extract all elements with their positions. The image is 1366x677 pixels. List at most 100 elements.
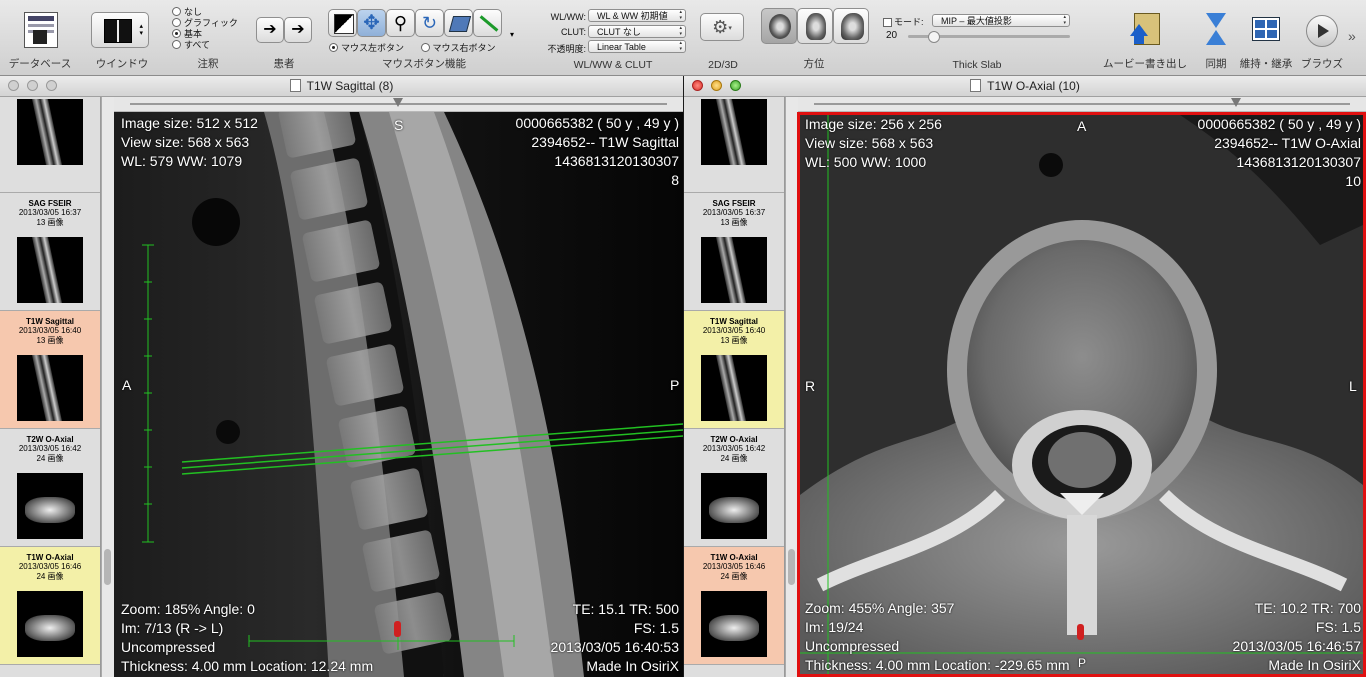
annotation-graphic[interactable]: グラフィック [172,18,238,29]
toolbar-overflow-icon[interactable]: » [1348,28,1356,44]
thickslab-slider-knob[interactable] [928,31,940,43]
series-count: 13 画像 [720,336,748,345]
browse-group[interactable]: ブラウズ [1296,0,1348,75]
series-name: T2W O-Axial [26,435,74,444]
stack-icon [448,16,472,32]
wlww-label: WL/WW & CLUT [573,59,653,71]
gear-icon: ⚙ [712,17,729,37]
series-scrollbar[interactable] [101,97,114,677]
wlww-group: WL/WW: WL & WW 初期値 CLUT: CLUT なし 不透明度: L… [536,0,690,75]
scrollbar-knob[interactable] [788,549,795,585]
left-window-titlebar[interactable]: T1W Sagittal (8) [0,76,683,97]
2d3d-button[interactable]: ⚙▾ [700,13,744,41]
scrollbar-knob[interactable] [104,549,111,585]
series-item[interactable]: T1W O-Axial 2013/03/05 16:46 24 画像 [0,547,100,665]
series-thumbnail[interactable] [17,237,83,303]
tile-windows-icon[interactable] [1252,17,1280,41]
thickslab-label: Thick Slab [952,59,1002,71]
series-thumbnail[interactable] [17,473,83,539]
zoom-icon[interactable] [730,80,741,91]
rotate-tool-button[interactable]: ↻ [415,9,444,37]
tile-group[interactable]: 維持‧継承 [1238,0,1294,75]
image-slider[interactable] [114,97,683,112]
orientation-coronal-button[interactable] [797,8,833,44]
movie-group[interactable]: ムービー書き出し [1096,0,1194,75]
series-name: SAG FSEIR [712,199,756,208]
thickslab-mode-checkbox[interactable]: モード: [883,15,924,28]
series-thumbnail[interactable] [701,355,767,421]
move-icon: ✥ [363,12,380,34]
arrow-left-icon: ➔ [263,21,277,38]
series-item[interactable]: SAG FSEIR 2013/03/05 16:37 13 画像 [684,193,784,311]
zoom-icon[interactable] [46,80,57,91]
series-date: 2013/03/05 16:42 [18,444,82,453]
series-item[interactable]: T1W O-Axial 2013/03/05 16:46 24 画像 [684,547,784,665]
orientation-top: A [1077,118,1087,134]
opacity-popup[interactable]: Linear Table [588,40,686,53]
contrast-icon [334,14,354,34]
window-group[interactable]: ▴ ▾ ウインドウ [84,0,160,75]
series-thumbnail[interactable] [17,99,83,165]
tools-menu-arrow[interactable]: ▾ [510,30,514,39]
length-tool-button[interactable] [473,9,502,37]
movie-export-icon[interactable] [1130,13,1160,45]
series-item[interactable]: SAG FSEIR 2013/03/05 16:37 13 画像 [0,193,100,311]
wl-popup[interactable]: WL & WW 初期値 [588,9,686,22]
minimize-icon[interactable] [27,80,38,91]
orientation-label: 方位 [803,58,825,70]
series-thumbnail[interactable] [701,99,767,165]
right-viewer-window: T1W O-Axial (10) SAG FSEIR 2013/03/05 16:… [684,76,1366,677]
mouse-left-option[interactable]: マウス左ボタン [329,43,404,53]
stack-tool-button[interactable] [444,9,473,37]
orientation-left: R [805,378,816,394]
annotation-all[interactable]: すべて [172,40,238,51]
close-icon[interactable] [8,80,19,91]
sync-group[interactable]: 同期 [1196,0,1236,75]
series-thumbnail[interactable] [701,473,767,539]
thickslab-mode-popup[interactable]: MIP – 最大値投影 [932,14,1070,27]
right-window-titlebar[interactable]: T1W O-Axial (10) [684,76,1366,97]
minimize-icon[interactable] [711,80,722,91]
left-viewer-window: T1W Sagittal (8) SAG FSEIR 2013/03/05 16:… [0,76,683,677]
orientation-sagittal-button[interactable] [833,8,869,44]
series-thumbnail[interactable] [701,591,767,657]
play-icon[interactable] [1306,15,1338,47]
series-item[interactable]: T1W Sagittal 2013/03/05 16:40 13 画像 [684,311,784,429]
close-icon[interactable] [692,80,703,91]
wl-tool-button[interactable] [328,9,357,37]
mouse-right-option[interactable]: マウス右ボタン [420,43,496,53]
series-item[interactable] [0,97,100,193]
window-layout-button[interactable]: ▴ ▾ [91,12,149,48]
right-window-title: T1W O-Axial (10) [987,79,1080,93]
annotation-basic[interactable]: 基本 [172,29,238,40]
next-patient-button[interactable]: ➔ [284,17,312,43]
series-thumbnail[interactable] [17,591,83,657]
series-item[interactable]: T2W O-Axial 2013/03/05 16:42 24 画像 [684,429,784,547]
overlay-bottom-left: Zoom: 185% Angle: 0 Im: 7/13 (R -> L) Un… [121,601,374,674]
orientation-right: P [670,377,680,393]
zoom-tool-button[interactable]: ⚲ [386,9,415,37]
hourglass-icon[interactable] [1206,13,1226,45]
series-item[interactable] [684,97,784,193]
database-group[interactable]: データベース [0,0,80,75]
move-tool-button[interactable]: ✥ [357,9,386,37]
thickslab-slider[interactable] [908,31,1070,43]
series-item[interactable]: T2W O-Axial 2013/03/05 16:42 24 画像 [0,429,100,547]
annotation-none[interactable]: なし [172,7,238,18]
clut-popup[interactable]: CLUT なし [588,25,686,38]
previous-patient-button[interactable]: ➔ [256,17,284,43]
orientation-axial-button[interactable] [761,8,797,44]
axial-image-viewer[interactable]: Image size: 256 x 256 View size: 568 x 5… [797,112,1366,677]
sagittal-image-viewer[interactable]: Image size: 512 x 512 View size: 568 x 5… [114,112,683,677]
database-icon[interactable] [24,12,58,48]
image-slider[interactable] [798,97,1366,112]
image-slider-knob[interactable] [393,98,403,107]
series-count: 13 画像 [36,336,64,345]
window-label: ウインドウ [95,58,149,70]
series-date: 2013/03/05 16:42 [702,444,766,453]
series-item[interactable]: T1W Sagittal 2013/03/05 16:40 13 画像 [0,311,100,429]
series-thumbnail[interactable] [17,355,83,421]
orientation-bottom: P [1078,656,1087,670]
image-slider-knob[interactable] [1231,98,1241,107]
series-thumbnail[interactable] [701,237,767,303]
